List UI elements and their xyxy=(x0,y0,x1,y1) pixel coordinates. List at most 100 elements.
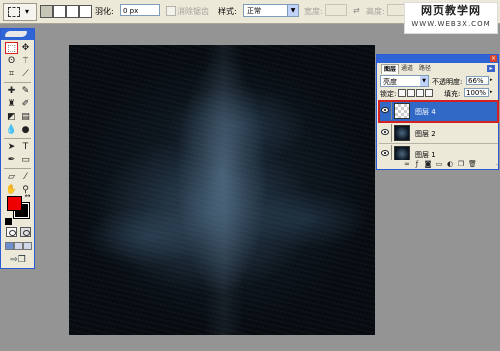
full-screen-mode-button[interactable] xyxy=(23,242,32,250)
feather-input[interactable]: 0 px xyxy=(120,4,160,16)
layers-palette-titlebar[interactable]: × xyxy=(377,55,498,63)
default-colors-icon[interactable] xyxy=(5,218,12,225)
clone-stamp-tool-icon[interactable]: ♜ xyxy=(5,98,18,110)
eraser-tool-icon[interactable]: ◩ xyxy=(5,111,18,123)
visibility-eye-icon[interactable] xyxy=(381,150,389,156)
rect-marquee-tool-icon[interactable]: ⬚ xyxy=(5,42,18,54)
palette-menu-icon[interactable]: ▸ xyxy=(487,65,495,72)
fill-label: 填充: xyxy=(444,90,461,98)
notes-tool-icon[interactable]: ▱ xyxy=(5,171,18,183)
quick-mask-icon xyxy=(23,230,30,236)
fill-input[interactable]: 100% xyxy=(464,88,489,97)
style-select[interactable]: 正常 ▼ xyxy=(243,4,299,17)
subtract-from-selection-button[interactable] xyxy=(66,5,79,18)
eyedropper-tool-icon[interactable]: ⁄ xyxy=(19,171,32,183)
watermark-url: WWW.WEB3X.COM xyxy=(411,20,491,28)
crop-tool-icon[interactable]: ⌗ xyxy=(5,68,18,80)
toolbox-divider xyxy=(4,168,31,169)
hand-tool-icon[interactable]: ✋ xyxy=(5,184,18,196)
trash-icon[interactable]: 🗑 xyxy=(468,161,477,168)
visibility-eye-icon[interactable] xyxy=(381,129,389,135)
layer-mask-icon[interactable]: ◙ xyxy=(424,161,432,168)
tab-paths[interactable]: 路径 xyxy=(417,64,433,73)
tool-preset-picker[interactable]: ▾ xyxy=(3,3,37,21)
history-brush-tool-icon[interactable]: ✐ xyxy=(19,98,32,110)
lasso-tool-icon[interactable]: ʘ xyxy=(5,55,18,67)
antialias-checkbox[interactable] xyxy=(166,6,176,16)
tab-channels[interactable]: 通道 xyxy=(399,64,415,73)
new-selection-button[interactable] xyxy=(40,5,53,18)
move-tool-icon[interactable]: ✥ xyxy=(19,42,32,54)
opacity-input[interactable]: 66% xyxy=(466,76,489,85)
lock-label: 锁定: xyxy=(380,90,397,98)
swap-icon[interactable]: ⇄ xyxy=(353,6,360,15)
magic-wand-tool-icon[interactable]: ⚚ xyxy=(19,55,32,67)
new-layer-icon[interactable]: ❐ xyxy=(457,161,465,168)
standard-mode-button[interactable] xyxy=(6,227,17,237)
path-select-tool-icon[interactable]: ➤ xyxy=(5,141,18,153)
new-group-icon[interactable]: ▭ xyxy=(435,161,443,168)
lock-transparency-icon[interactable] xyxy=(398,89,406,97)
fill-slider-arrow-icon[interactable]: ▸ xyxy=(490,88,495,97)
foreground-color-swatch[interactable] xyxy=(7,196,22,211)
document-canvas[interactable] xyxy=(69,45,375,335)
link-layers-icon[interactable]: ∞ xyxy=(403,161,411,168)
lock-all-icon[interactable] xyxy=(425,89,433,97)
toolbox-divider xyxy=(4,138,31,139)
layer-thumbnail xyxy=(394,103,410,119)
pen-tool-icon[interactable]: ✒ xyxy=(5,154,18,166)
opacity-label: 不透明度: xyxy=(432,78,463,86)
feather-logo-icon xyxy=(5,31,27,37)
shape-tool-icon[interactable]: ▭ xyxy=(19,154,32,166)
site-watermark: 网页教学网 WWW.WEB3X.COM xyxy=(404,2,498,34)
style-label: 样式: xyxy=(218,7,237,16)
jump-to-imageready-icon[interactable]: ⇨❐ xyxy=(7,255,29,265)
dodge-tool-icon[interactable]: ● xyxy=(19,124,32,136)
feather-label: 羽化: xyxy=(95,7,114,16)
blur-tool-icon[interactable]: 💧 xyxy=(5,124,18,136)
layer-name: 图层 2 xyxy=(415,130,436,138)
healing-brush-tool-icon[interactable]: ✚ xyxy=(5,85,18,97)
width-input[interactable] xyxy=(325,4,347,16)
opacity-slider-arrow-icon[interactable]: ▸ xyxy=(490,76,495,85)
full-screen-menu-mode-button[interactable] xyxy=(14,242,23,250)
marquee-preset-icon xyxy=(8,7,20,17)
adjustment-layer-icon[interactable]: ◐ xyxy=(446,161,454,168)
layer-link-column[interactable] xyxy=(391,102,392,120)
layer-row-2[interactable]: 图层 2 xyxy=(379,123,498,144)
close-icon[interactable]: × xyxy=(490,55,497,62)
visibility-eye-icon[interactable] xyxy=(381,107,389,113)
gradient-tool-icon[interactable]: ▤ xyxy=(19,111,32,123)
canvas-texture xyxy=(69,45,375,335)
toolbox-header[interactable] xyxy=(1,29,34,40)
watermark-title: 网页教学网 xyxy=(421,4,481,17)
lock-position-icon[interactable] xyxy=(416,89,424,97)
layer-name: 图层 1 xyxy=(415,151,436,159)
layer-row-4[interactable]: 图层 4 xyxy=(378,100,499,123)
intersect-selection-button[interactable] xyxy=(79,5,92,18)
layer-link-column[interactable] xyxy=(391,124,392,142)
antialias-label: 消除锯齿 xyxy=(177,7,209,16)
blend-mode-select[interactable]: 亮度 ▼ xyxy=(380,75,429,87)
add-to-selection-button[interactable] xyxy=(53,5,66,18)
lock-image-icon[interactable] xyxy=(407,89,415,97)
tab-layers[interactable]: 图层 xyxy=(381,64,400,74)
style-select-value: 正常 xyxy=(247,7,261,15)
slice-tool-icon[interactable]: ⟋ xyxy=(19,68,32,80)
chevron-down-icon: ▾ xyxy=(25,7,30,16)
type-tool-icon[interactable]: T xyxy=(19,141,32,153)
toolbox: ⬚ ✥ ʘ ⚚ ⌗ ⟋ ✚ ✎ ♜ ✐ ◩ ▤ 💧 ● ➤ T ✒ ▭ ▱ ⁄ … xyxy=(0,28,35,269)
brush-tool-icon[interactable]: ✎ xyxy=(19,85,32,97)
standard-mode-icon xyxy=(9,230,16,236)
standard-screen-mode-button[interactable] xyxy=(5,242,14,250)
layers-footer: ∞ ƒ ◙ ▭ ◐ ❐ 🗑 xyxy=(379,160,496,169)
toolbox-divider xyxy=(4,82,31,83)
width-label: 宽度: xyxy=(304,7,323,16)
swap-colors-icon[interactable]: ↔ xyxy=(23,192,32,200)
layer-thumbnail xyxy=(394,125,410,141)
quick-mask-mode-button[interactable] xyxy=(20,227,31,237)
chevron-down-icon: ▼ xyxy=(420,76,428,86)
height-label: 高度: xyxy=(366,7,385,16)
layer-style-icon[interactable]: ƒ xyxy=(413,161,421,168)
chevron-down-icon: ▼ xyxy=(287,5,298,16)
